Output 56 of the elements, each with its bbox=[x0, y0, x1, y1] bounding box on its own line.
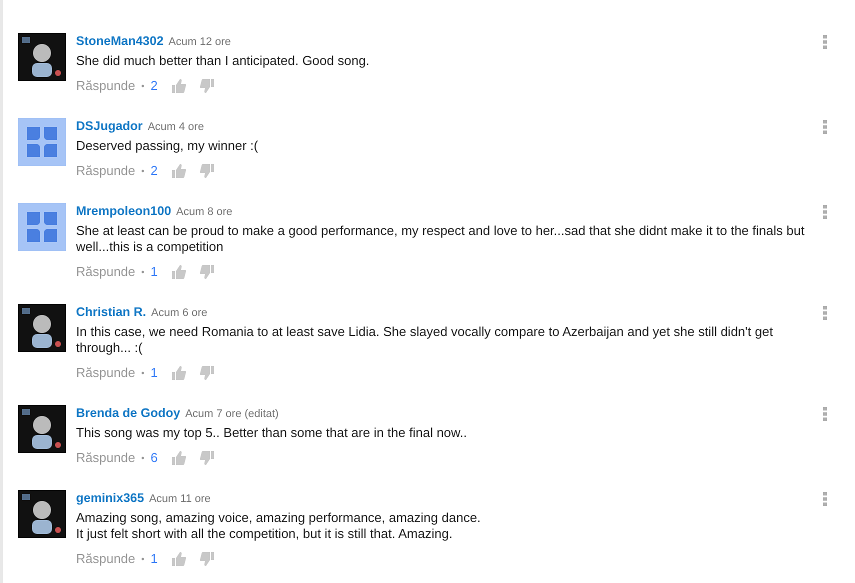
author-name[interactable]: Brenda de Godoy bbox=[76, 406, 180, 420]
timestamp: Acum 11 ore bbox=[149, 493, 211, 505]
more-options-icon[interactable] bbox=[823, 120, 827, 134]
comment-text: Deserved passing, my winner :( bbox=[76, 138, 260, 154]
comment-text: She did much better than I anticipated. Good song. bbox=[76, 53, 370, 69]
separator-dot: • bbox=[141, 165, 144, 178]
author-name[interactable]: DSJugador bbox=[76, 119, 143, 133]
more-options-icon[interactable] bbox=[823, 205, 827, 219]
comment-text: Amazing song, amazing voice, amazing performance, amazing dance. It just felt short with all the competition, but it is still that. Amazing. bbox=[76, 510, 482, 542]
thumbs-up-icon[interactable] bbox=[172, 79, 186, 93]
timestamp: Acum 12 ore bbox=[168, 36, 231, 48]
reply-link[interactable]: Răspunde bbox=[76, 450, 136, 466]
more-options-icon[interactable] bbox=[823, 492, 827, 506]
thumbs-down-icon[interactable] bbox=[200, 265, 214, 279]
thumbs-up-icon[interactable] bbox=[172, 164, 186, 178]
comment-text: In this case, we need Romania to at least save Lidia. She slayed vocally compare to Azerbaijan and yet she still didn't get through... :( bbox=[76, 324, 774, 356]
separator-dot: • bbox=[141, 452, 144, 465]
separator-dot: • bbox=[141, 266, 144, 279]
more-options-icon[interactable] bbox=[823, 35, 827, 49]
separator-dot: • bbox=[141, 553, 144, 566]
more-options-icon[interactable] bbox=[823, 306, 827, 320]
like-count: 2 bbox=[150, 78, 158, 94]
thumbs-down-icon[interactable] bbox=[200, 366, 214, 380]
separator-dot: • bbox=[141, 367, 144, 380]
thumbs-up-icon[interactable] bbox=[172, 552, 186, 566]
comment-text: She at least can be proud to make a good performance, my respect and love to her...sad that she didnt make it to the finals but well...this is a competition bbox=[76, 223, 806, 255]
like-count: 1 bbox=[150, 551, 158, 567]
author-name[interactable]: geminix365 bbox=[76, 491, 144, 505]
author-name[interactable]: StoneMan4302 bbox=[76, 34, 164, 48]
timestamp: Acum 6 ore bbox=[151, 307, 208, 319]
thumbs-down-icon[interactable] bbox=[200, 164, 214, 178]
like-count: 1 bbox=[150, 365, 158, 381]
avatar-icon bbox=[18, 118, 66, 166]
avatar-icon bbox=[18, 203, 66, 251]
author-name[interactable]: Christian R. bbox=[76, 305, 146, 319]
like-count: 6 bbox=[150, 450, 158, 466]
thumbs-down-icon[interactable] bbox=[200, 552, 214, 566]
timestamp: Acum 4 ore bbox=[148, 121, 204, 133]
more-options-icon[interactable] bbox=[823, 407, 827, 421]
timestamp: Acum 7 ore (editat) bbox=[185, 408, 279, 420]
thumbs-down-icon[interactable] bbox=[200, 451, 214, 465]
like-count: 1 bbox=[150, 264, 158, 280]
reply-link[interactable]: Răspunde bbox=[76, 264, 136, 280]
thumbs-up-icon[interactable] bbox=[172, 451, 186, 465]
thumbs-down-icon[interactable] bbox=[200, 79, 214, 93]
comment-text: This song was my top 5.. Better than some that are in the final now.. bbox=[76, 425, 468, 441]
reply-link[interactable]: Răspunde bbox=[76, 551, 136, 567]
separator-dot: • bbox=[141, 80, 144, 93]
reply-link[interactable]: Răspunde bbox=[76, 78, 136, 94]
thumbs-up-icon[interactable] bbox=[172, 366, 186, 380]
like-count: 2 bbox=[150, 163, 158, 179]
reply-link[interactable]: Răspunde bbox=[76, 163, 136, 179]
reply-link[interactable]: Răspunde bbox=[76, 365, 136, 381]
thumbs-up-icon[interactable] bbox=[172, 265, 186, 279]
author-name[interactable]: Mrempoleon100 bbox=[76, 204, 172, 218]
timestamp: Acum 8 ore bbox=[176, 206, 232, 218]
